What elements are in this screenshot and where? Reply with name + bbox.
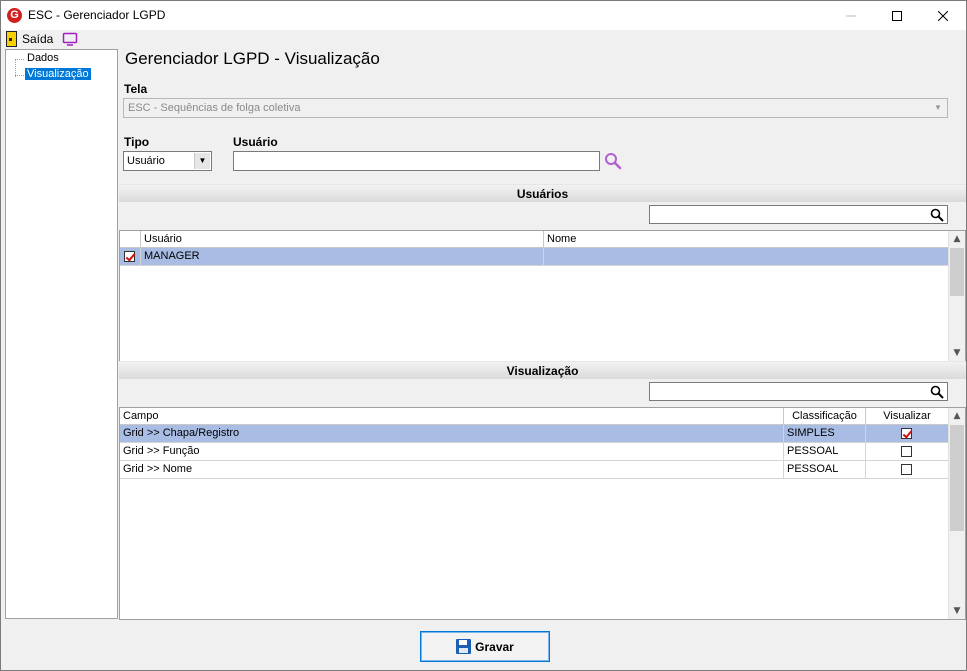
floppy-disk-icon bbox=[456, 639, 472, 654]
table-row[interactable]: Grid >> Chapa/Registro SIMPLES bbox=[120, 425, 949, 443]
app-window: G ESC - Gerenciador LGPD Saída Dados Vis… bbox=[0, 0, 967, 671]
scroll-thumb[interactable] bbox=[950, 248, 964, 296]
user-label: Usuário bbox=[233, 135, 278, 149]
row-checkbox-cell bbox=[120, 248, 141, 265]
cell-campo: Grid >> Nome bbox=[120, 461, 784, 478]
scroll-down-icon[interactable]: ▼ bbox=[949, 345, 965, 361]
view-grid-header: Campo Classificação Visualizar bbox=[120, 408, 949, 425]
scroll-thumb[interactable] bbox=[950, 425, 964, 531]
minimize-icon bbox=[846, 15, 856, 16]
column-header-campo[interactable]: Campo bbox=[120, 408, 784, 425]
cell-nome bbox=[544, 248, 949, 265]
table-row[interactable]: Grid >> Nome PESSOAL bbox=[120, 461, 949, 479]
exit-door-icon[interactable] bbox=[6, 31, 17, 47]
view-section-header: Visualização bbox=[119, 361, 966, 379]
visualizar-checkbox[interactable] bbox=[901, 446, 912, 457]
monitor-icon[interactable] bbox=[62, 31, 78, 47]
column-header-nome[interactable]: Nome bbox=[544, 231, 949, 248]
users-filter-input[interactable] bbox=[649, 205, 948, 224]
visualizar-checkbox[interactable] bbox=[901, 428, 912, 439]
maximize-button[interactable] bbox=[874, 1, 920, 30]
type-select-value: Usuário bbox=[127, 155, 165, 167]
view-filter-input[interactable] bbox=[649, 382, 948, 401]
cell-campo: Grid >> Função bbox=[120, 443, 784, 460]
screen-label: Tela bbox=[124, 82, 148, 96]
users-section-header: Usuários bbox=[119, 184, 966, 202]
cell-classificacao: PESSOAL bbox=[784, 443, 866, 460]
window-title: ESC - Gerenciador LGPD bbox=[28, 8, 166, 22]
close-icon bbox=[938, 10, 948, 21]
column-header-visualizar[interactable]: Visualizar bbox=[866, 408, 949, 425]
cell-campo: Grid >> Chapa/Registro bbox=[120, 425, 784, 442]
column-header-classificacao[interactable]: Classificação bbox=[784, 408, 866, 425]
minimize-button[interactable] bbox=[828, 1, 874, 30]
screen-select-value: ESC - Sequências de folga coletiva bbox=[128, 102, 301, 114]
navigation-tree: Dados Visualização bbox=[5, 49, 118, 619]
cell-classificacao: SIMPLES bbox=[784, 425, 866, 442]
title-bar: G ESC - Gerenciador LGPD bbox=[1, 1, 966, 30]
cell-visualizar bbox=[866, 425, 949, 442]
tree-item-visualizacao[interactable]: Visualização bbox=[15, 68, 91, 82]
table-row[interactable]: Grid >> Função PESSOAL bbox=[120, 443, 949, 461]
close-button[interactable] bbox=[920, 1, 966, 30]
page-title: Gerenciador LGPD - Visualização bbox=[125, 49, 380, 68]
scroll-up-icon[interactable]: ▲ bbox=[949, 231, 965, 247]
table-row[interactable]: MANAGER bbox=[120, 248, 949, 266]
view-grid: Campo Classificação Visualizar Grid >> C… bbox=[119, 407, 966, 620]
chevron-down-icon: ▼ bbox=[934, 103, 942, 112]
users-grid: Usuário Nome MANAGER ▲ ▼ bbox=[119, 230, 966, 362]
user-input[interactable] bbox=[233, 151, 600, 171]
column-header-usuario[interactable]: Usuário bbox=[141, 231, 544, 248]
cell-classificacao: PESSOAL bbox=[784, 461, 866, 478]
cell-usuario: MANAGER bbox=[141, 248, 544, 265]
users-scrollbar[interactable]: ▲ ▼ bbox=[948, 231, 965, 361]
save-button[interactable]: Gravar bbox=[420, 631, 550, 662]
users-grid-header: Usuário Nome bbox=[120, 231, 949, 248]
tree-item-label: Dados bbox=[27, 52, 59, 64]
scroll-up-icon[interactable]: ▲ bbox=[949, 408, 965, 424]
type-select[interactable]: Usuário ▼ bbox=[123, 151, 212, 171]
maximize-icon bbox=[892, 10, 902, 21]
cell-visualizar bbox=[866, 461, 949, 478]
screen-select[interactable]: ESC - Sequências de folga coletiva ▼ bbox=[123, 98, 948, 118]
app-logo-icon: G bbox=[7, 8, 22, 23]
visualizar-checkbox[interactable] bbox=[901, 464, 912, 475]
menu-bar: Saída bbox=[1, 30, 966, 49]
tree-item-label: Visualização bbox=[25, 68, 91, 80]
search-user-icon[interactable] bbox=[604, 152, 622, 170]
tree-item-dados[interactable]: Dados bbox=[15, 52, 61, 66]
checkbox-column-header bbox=[120, 231, 141, 248]
search-icon[interactable] bbox=[930, 208, 944, 222]
search-icon[interactable] bbox=[930, 385, 944, 399]
exit-menu-item[interactable]: Saída bbox=[22, 32, 53, 46]
cell-visualizar bbox=[866, 443, 949, 460]
save-button-label: Gravar bbox=[475, 639, 514, 654]
scroll-down-icon[interactable]: ▼ bbox=[949, 603, 965, 619]
type-label: Tipo bbox=[124, 135, 150, 149]
row-checkbox[interactable] bbox=[124, 251, 135, 262]
view-scrollbar[interactable]: ▲ ▼ bbox=[948, 408, 965, 619]
chevron-down-icon[interactable]: ▼ bbox=[194, 153, 210, 169]
